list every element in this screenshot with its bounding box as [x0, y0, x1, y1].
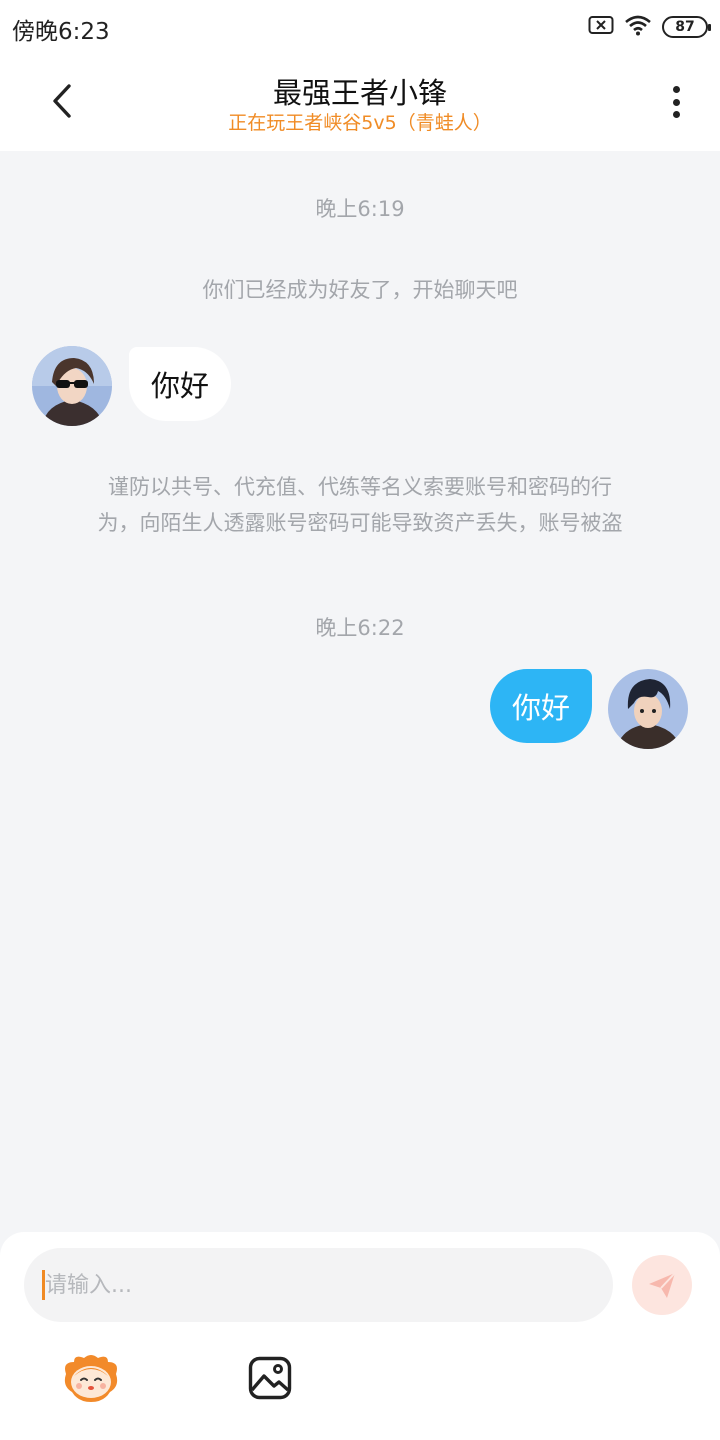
send-icon: [649, 1272, 676, 1298]
incoming-message-bubble[interactable]: 你好: [129, 347, 232, 421]
system-message: 你们已经成为好友了，开始聊天吧: [202, 278, 518, 302]
more-dot: [672, 111, 680, 118]
message-timestamp: 晚上6:19: [315, 197, 405, 221]
contact-name: 最强王者小锋: [272, 76, 447, 110]
my-avatar[interactable]: [608, 669, 688, 749]
chat-header: 最强王者小锋 正在玩王者峡谷5v5（青蛙人）: [0, 54, 720, 151]
send-button[interactable]: [632, 1255, 692, 1315]
more-options-button[interactable]: [662, 82, 690, 122]
security-warning: 谨防以共号、代充值、代练等名义索要账号和密码的行 为，向陌生人透露账号密码可能导…: [56, 469, 664, 541]
message-input-box[interactable]: [24, 1248, 613, 1322]
outgoing-message-bubble[interactable]: 你好: [489, 669, 592, 743]
warning-line: 谨防以共号、代充值、代练等名义索要账号和密码的行: [108, 475, 612, 499]
warning-line: 为，向陌生人透露账号密码可能导致资产丢失，账号被盗: [97, 511, 623, 535]
wifi-icon: [624, 14, 652, 40]
composer-panel: [0, 1232, 720, 1440]
mascot-emoji-icon: [64, 1355, 118, 1402]
status-time: 傍晚6:23: [12, 19, 110, 45]
emoji-sticker-button[interactable]: [60, 1352, 122, 1404]
more-dot: [672, 86, 680, 93]
image-icon: [248, 1356, 292, 1400]
image-picker-button[interactable]: [248, 1356, 292, 1400]
contact-status: 正在玩王者峡谷5v5（青蛙人）: [228, 112, 492, 134]
message-timestamp: 晚上6:22: [315, 616, 405, 640]
more-dot: [672, 98, 680, 106]
sim-x-icon: [588, 15, 614, 39]
message-input[interactable]: [45, 1272, 565, 1298]
status-icons: 87: [588, 14, 711, 40]
message-text: 你好: [151, 369, 210, 403]
message-text: 你好: [511, 691, 570, 725]
contact-avatar[interactable]: [32, 346, 112, 426]
battery-icon: 87: [662, 16, 711, 38]
status-bar: 傍晚6:23 87: [0, 0, 720, 54]
